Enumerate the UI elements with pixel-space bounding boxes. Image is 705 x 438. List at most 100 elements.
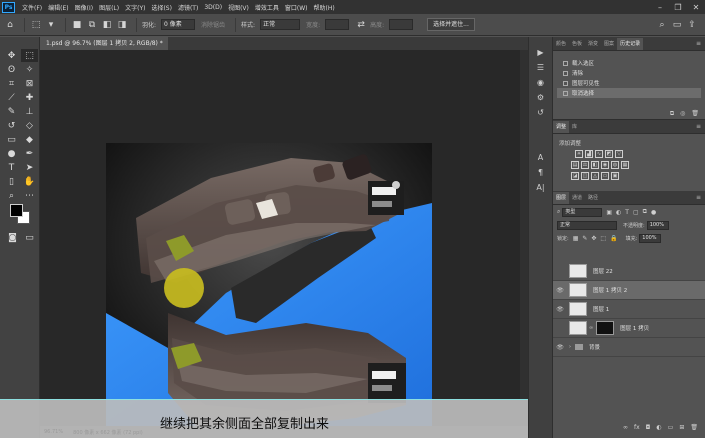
lock-image-icon[interactable]: ✎ bbox=[582, 235, 587, 242]
filter-adjust-icon[interactable]: ◐ bbox=[616, 209, 621, 216]
marquee-rect-icon[interactable]: ⬚ bbox=[30, 19, 42, 31]
filter-kind-select[interactable]: 类型 bbox=[562, 207, 603, 217]
screen-mode-icon[interactable]: ▭ bbox=[21, 231, 38, 244]
workspace-icon[interactable]: ▭ bbox=[671, 19, 683, 31]
panel-menu-icon[interactable]: ≡ bbox=[696, 38, 705, 50]
channel-mixer-icon[interactable]: ◍ bbox=[611, 161, 619, 169]
play-action-icon[interactable]: ▶ bbox=[529, 45, 552, 60]
dodge-tool-icon[interactable]: ● bbox=[3, 147, 20, 160]
stamp-tool-icon[interactable]: ⊥ bbox=[21, 105, 38, 118]
frame-tool-icon[interactable]: ⊠ bbox=[21, 77, 38, 90]
history-item[interactable]: 图层可见性 bbox=[557, 78, 701, 88]
link-layers-icon[interactable]: ∞ bbox=[623, 424, 628, 431]
layer-mask-thumbnail[interactable] bbox=[596, 321, 615, 335]
opacity-input[interactable]: 100% bbox=[646, 221, 669, 230]
snapshot-icon[interactable]: ◎ bbox=[680, 110, 685, 117]
menu-plugins[interactable]: 增效工具 bbox=[252, 3, 282, 12]
lock-artboard-icon[interactable]: ⬚ bbox=[600, 235, 606, 242]
menu-view[interactable]: 视图(V) bbox=[225, 3, 252, 12]
properties-icon[interactable]: ⚙ bbox=[529, 90, 552, 105]
character-icon[interactable]: ◉ bbox=[529, 75, 552, 90]
menu-layer[interactable]: 图层(L) bbox=[96, 3, 122, 12]
filter-pixel-icon[interactable]: ▣ bbox=[606, 209, 612, 216]
paragraph-icon[interactable]: ¶ bbox=[529, 165, 552, 180]
lock-all-icon[interactable]: 🔒 bbox=[610, 235, 617, 242]
new-group-icon[interactable]: ▭ bbox=[668, 424, 674, 431]
blend-mode-select[interactable]: 正常 bbox=[557, 221, 617, 230]
tab-color[interactable]: 颜色 bbox=[553, 38, 569, 50]
layer-row[interactable]: 👁 图层 1 bbox=[553, 300, 705, 319]
restore-icon[interactable]: ❐ bbox=[669, 3, 687, 12]
brush-settings-icon[interactable]: ☰ bbox=[529, 60, 552, 75]
eye-icon[interactable]: 👁 bbox=[553, 306, 567, 313]
type-icon[interactable]: A bbox=[529, 150, 552, 165]
trash-icon[interactable]: 🗑 bbox=[691, 110, 699, 117]
curves-icon[interactable]: ∿ bbox=[595, 150, 603, 158]
layer-row[interactable]: ∞ 图层 1 拷贝 bbox=[553, 319, 705, 338]
posterize-icon[interactable]: ◫ bbox=[581, 172, 589, 180]
new-document-from-state-icon[interactable]: ⧉ bbox=[670, 110, 674, 118]
brightness-icon[interactable]: ☀ bbox=[575, 150, 583, 158]
menu-type[interactable]: 文字(Y) bbox=[122, 3, 148, 12]
add-selection-icon[interactable]: ⧉ bbox=[86, 19, 98, 31]
search-icon[interactable]: ⌕ bbox=[656, 19, 668, 31]
history-item[interactable]: 取消选择 bbox=[557, 88, 701, 98]
eye-icon[interactable]: 👁 bbox=[553, 344, 567, 351]
tab-libraries[interactable]: 库 bbox=[569, 121, 580, 133]
threshold-icon[interactable]: ◬ bbox=[591, 172, 599, 180]
photo-filter-icon[interactable]: ◉ bbox=[601, 161, 609, 169]
new-selection-icon[interactable]: ■ bbox=[71, 19, 83, 31]
hue-saturation-icon[interactable]: ▤ bbox=[571, 161, 579, 169]
history-brush-tool-icon[interactable]: ↺ bbox=[3, 119, 20, 132]
vibrance-icon[interactable]: ▽ bbox=[615, 150, 623, 158]
document-tab[interactable]: 1.psd @ 96.7% (图层 1 拷贝 2, RGB/8) * bbox=[40, 37, 168, 50]
filter-smart-icon[interactable]: ⧉ bbox=[643, 208, 647, 216]
shape-tool-icon[interactable]: ▯ bbox=[3, 175, 20, 188]
crop-tool-icon[interactable]: ⌗ bbox=[3, 77, 20, 90]
chevron-down-icon[interactable]: ▾ bbox=[45, 19, 57, 31]
new-layer-icon[interactable]: ⊞ bbox=[679, 424, 684, 431]
select-and-mask-button[interactable]: 选择并遮住... bbox=[427, 18, 475, 31]
menu-edit[interactable]: 编辑(E) bbox=[45, 3, 71, 12]
menu-filter[interactable]: 滤镜(T) bbox=[175, 3, 201, 12]
lock-pixels-icon[interactable]: ▦ bbox=[573, 235, 579, 242]
color-balance-icon[interactable]: ⚖ bbox=[581, 161, 589, 169]
tab-swatches[interactable]: 色板 bbox=[569, 38, 585, 50]
pen-tool-icon[interactable]: ✒ bbox=[21, 147, 38, 160]
panel-menu-icon[interactable]: ≡ bbox=[696, 121, 705, 133]
tab-gradients[interactable]: 渐变 bbox=[585, 38, 601, 50]
antialias-checkbox[interactable]: 消除锯齿 bbox=[201, 20, 225, 29]
magic-wand-tool-icon[interactable]: ✧ bbox=[21, 63, 38, 76]
subtract-selection-icon[interactable]: ◧ bbox=[101, 19, 113, 31]
layer-row[interactable]: 👁 › 背景 bbox=[553, 338, 705, 357]
close-icon[interactable]: ✕ bbox=[687, 3, 705, 12]
filter-toggle-icon[interactable]: ● bbox=[651, 209, 656, 216]
selective-color-icon[interactable]: ▣ bbox=[611, 172, 619, 180]
menu-image[interactable]: 图像(I) bbox=[72, 3, 96, 12]
intersect-selection-icon[interactable]: ◨ bbox=[116, 19, 128, 31]
black-white-icon[interactable]: ◧ bbox=[591, 161, 599, 169]
tab-layers[interactable]: 图层 bbox=[553, 192, 570, 204]
menu-3d[interactable]: 3D(D) bbox=[201, 4, 225, 11]
panel-menu-icon[interactable]: ≡ bbox=[696, 192, 705, 204]
layer-row[interactable]: 👁 图层 1 拷贝 2 bbox=[553, 281, 705, 300]
menu-file[interactable]: 文件(F) bbox=[19, 3, 45, 12]
trash-icon[interactable]: 🗑 bbox=[690, 424, 698, 431]
path-select-tool-icon[interactable]: ➤ bbox=[21, 161, 38, 174]
canvas-area[interactable] bbox=[40, 50, 520, 426]
share-icon[interactable]: ⇪ bbox=[686, 19, 698, 31]
add-mask-icon[interactable]: ◘ bbox=[646, 424, 651, 431]
minimize-icon[interactable]: – bbox=[651, 3, 669, 12]
hand-tool-icon[interactable]: ✋ bbox=[21, 175, 38, 188]
color-swatches[interactable] bbox=[10, 204, 32, 226]
eraser-tool-icon[interactable]: ◇ bbox=[21, 119, 38, 132]
exposure-icon[interactable]: ◩ bbox=[605, 150, 613, 158]
filter-shape-icon[interactable]: ▢ bbox=[633, 209, 639, 216]
glyph-icon[interactable]: A| bbox=[529, 180, 552, 195]
feather-input[interactable]: 0 像素 bbox=[161, 19, 196, 30]
tab-adjustments[interactable]: 调整 bbox=[553, 121, 570, 133]
chevron-right-icon[interactable]: › bbox=[569, 344, 571, 350]
invert-icon[interactable]: ◪ bbox=[571, 172, 579, 180]
history-item[interactable]: 清除 bbox=[557, 68, 701, 78]
tab-paths[interactable]: 路径 bbox=[585, 192, 601, 204]
